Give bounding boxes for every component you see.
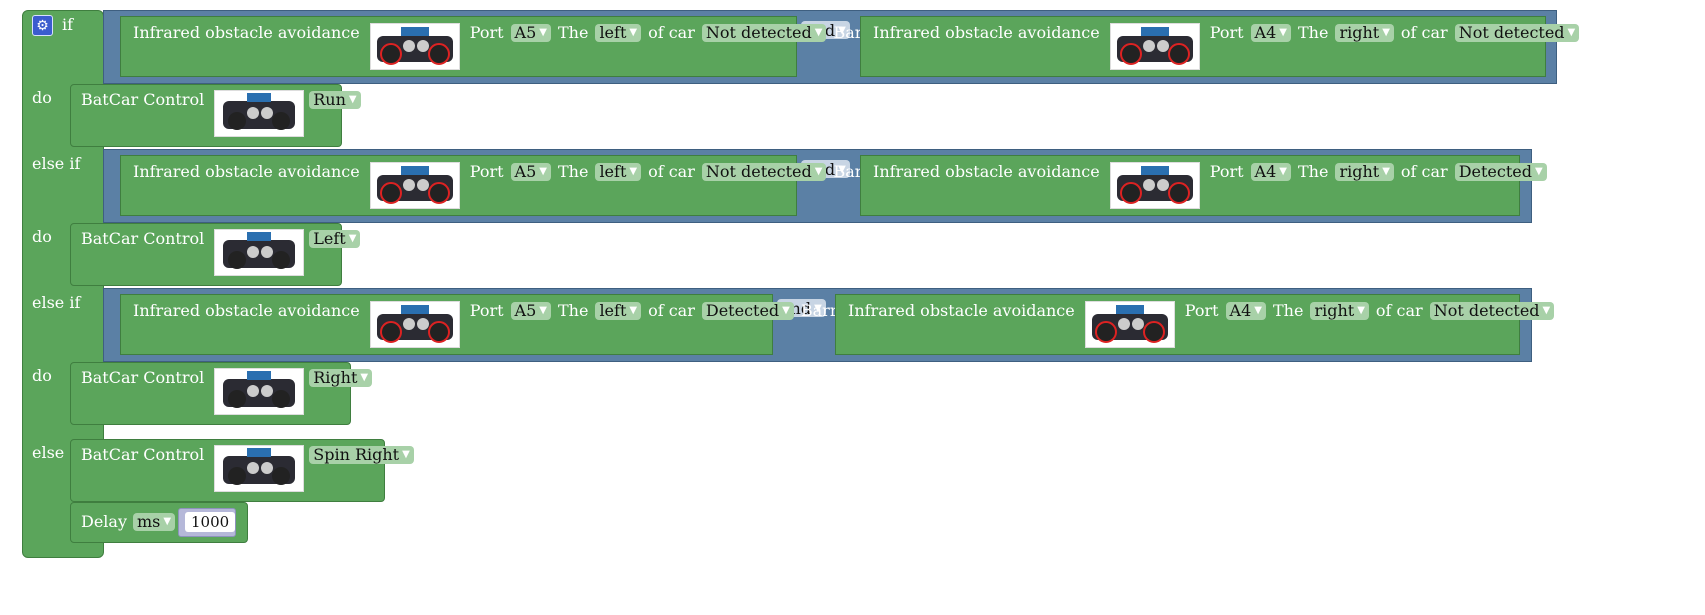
side-dropdown[interactable]: left ▼: [595, 24, 642, 42]
batcar-image: [214, 90, 305, 137]
sensor-label: Infrared obstacle avoidance: [873, 23, 1100, 42]
delay-value-block[interactable]: 1000: [178, 508, 236, 537]
control-label: BatCar Control: [81, 445, 205, 464]
control-label: BatCar Control: [81, 229, 205, 248]
state-dropdown[interactable]: Detected ▼: [701, 302, 794, 320]
state-dropdown[interactable]: Not detected ▼: [701, 163, 827, 181]
batcar-image: [214, 229, 305, 276]
port-label: Port: [469, 23, 504, 42]
the-label: The: [1297, 23, 1329, 42]
port-label: Port: [469, 301, 504, 320]
batcar-image: [1109, 23, 1200, 70]
sensor-label: Infrared obstacle avoidance: [848, 301, 1075, 320]
port-label: Port: [469, 162, 504, 181]
of-car-label: of car: [648, 162, 695, 181]
batcar-control-block-spin-right[interactable]: BatCar Control Spin Right ▼: [70, 439, 414, 502]
port-dropdown[interactable]: A5 ▼: [510, 302, 551, 320]
batcar-image: [1084, 301, 1175, 348]
else-if-label-1: else if: [32, 154, 81, 173]
delay-unit-dropdown[interactable]: ms ▼: [133, 513, 176, 531]
action-dropdown[interactable]: Run ▼: [309, 91, 361, 109]
batcar-image: [214, 368, 305, 415]
ir-sensor-block-right[interactable]: Infrared obstacle avoidance Port A4 ▼ The…: [835, 294, 1620, 355]
of-car-label: of car: [1375, 301, 1423, 320]
side-dropdown[interactable]: right ▼: [1335, 163, 1394, 181]
state-dropdown[interactable]: Not detected ▼: [701, 24, 827, 42]
port-dropdown[interactable]: A4 ▼: [1250, 163, 1291, 181]
control-label: BatCar Control: [81, 368, 205, 387]
do-label-1: do: [32, 88, 52, 107]
barrier-label: Barrier: [1553, 162, 1613, 181]
batcar-control-block-right[interactable]: BatCar Control Right ▼: [70, 362, 373, 425]
side-dropdown[interactable]: right ▼: [1310, 302, 1369, 320]
the-label: The: [557, 162, 589, 181]
delay-value-input[interactable]: 1000: [185, 512, 236, 532]
batcar-control-block-run[interactable]: BatCar Control Run ▼: [70, 84, 361, 147]
ir-sensor-block-left[interactable]: Infrared obstacle avoidance Port A5 ▼ The…: [120, 16, 892, 77]
sensor-label: Infrared obstacle avoidance: [873, 162, 1100, 181]
barrier-label: Barrier: [1586, 23, 1646, 42]
side-dropdown[interactable]: left ▼: [595, 163, 642, 181]
port-label: Port: [1209, 23, 1244, 42]
port-dropdown[interactable]: A4 ▼: [1225, 302, 1266, 320]
of-car-label: of car: [1400, 23, 1448, 42]
ir-sensor-block-right[interactable]: Infrared obstacle avoidance Port A4 ▼ The…: [860, 16, 1645, 77]
of-car-label: of car: [1400, 162, 1448, 181]
port-dropdown[interactable]: A5 ▼: [510, 163, 551, 181]
state-dropdown[interactable]: Not detected ▼: [1454, 24, 1580, 42]
if-label: if: [62, 15, 74, 34]
do-label-2: do: [32, 227, 52, 246]
state-dropdown[interactable]: Detected ▼: [1454, 163, 1547, 181]
action-dropdown[interactable]: Spin Right ▼: [309, 446, 414, 464]
gear-icon[interactable]: ⚙: [32, 15, 53, 36]
do-label-3: do: [32, 366, 52, 385]
side-dropdown[interactable]: left ▼: [595, 302, 642, 320]
sensor-label: Infrared obstacle avoidance: [133, 162, 360, 181]
state-dropdown[interactable]: Not detected ▼: [1429, 302, 1555, 320]
batcar-image: [369, 301, 460, 348]
sensor-label: Infrared obstacle avoidance: [133, 301, 360, 320]
the-label: The: [557, 301, 589, 320]
side-dropdown[interactable]: right ▼: [1335, 24, 1394, 42]
else-if-label-2: else if: [32, 293, 81, 312]
the-label: The: [1297, 162, 1329, 181]
action-dropdown[interactable]: Right ▼: [309, 369, 373, 387]
batcar-image: [369, 162, 460, 209]
port-label: Port: [1209, 162, 1244, 181]
batcar-image: [1109, 162, 1200, 209]
batcar-image: [369, 23, 460, 70]
of-car-label: of car: [648, 23, 695, 42]
else-label: else: [32, 443, 65, 462]
ir-sensor-block-right[interactable]: Infrared obstacle avoidance Port A4 ▼ The…: [860, 155, 1613, 216]
delay-label: Delay: [81, 512, 127, 531]
port-label: Port: [1184, 301, 1219, 320]
the-label: The: [1272, 301, 1304, 320]
control-label: BatCar Control: [81, 90, 205, 109]
port-dropdown[interactable]: A4 ▼: [1250, 24, 1291, 42]
ir-sensor-block-left[interactable]: Infrared obstacle avoidance Port A5 ▼ The…: [120, 155, 892, 216]
of-car-label: of car: [648, 301, 695, 320]
batcar-image: [214, 445, 305, 492]
barrier-label: Barrier: [1561, 301, 1621, 320]
sensor-label: Infrared obstacle avoidance: [133, 23, 360, 42]
the-label: The: [557, 23, 589, 42]
batcar-control-block-left[interactable]: BatCar Control Left ▼: [70, 223, 361, 286]
ir-sensor-block-left[interactable]: Infrared obstacle avoidance Port A5 ▼ The…: [120, 294, 860, 355]
action-dropdown[interactable]: Left ▼: [309, 230, 361, 248]
port-dropdown[interactable]: A5 ▼: [510, 24, 551, 42]
